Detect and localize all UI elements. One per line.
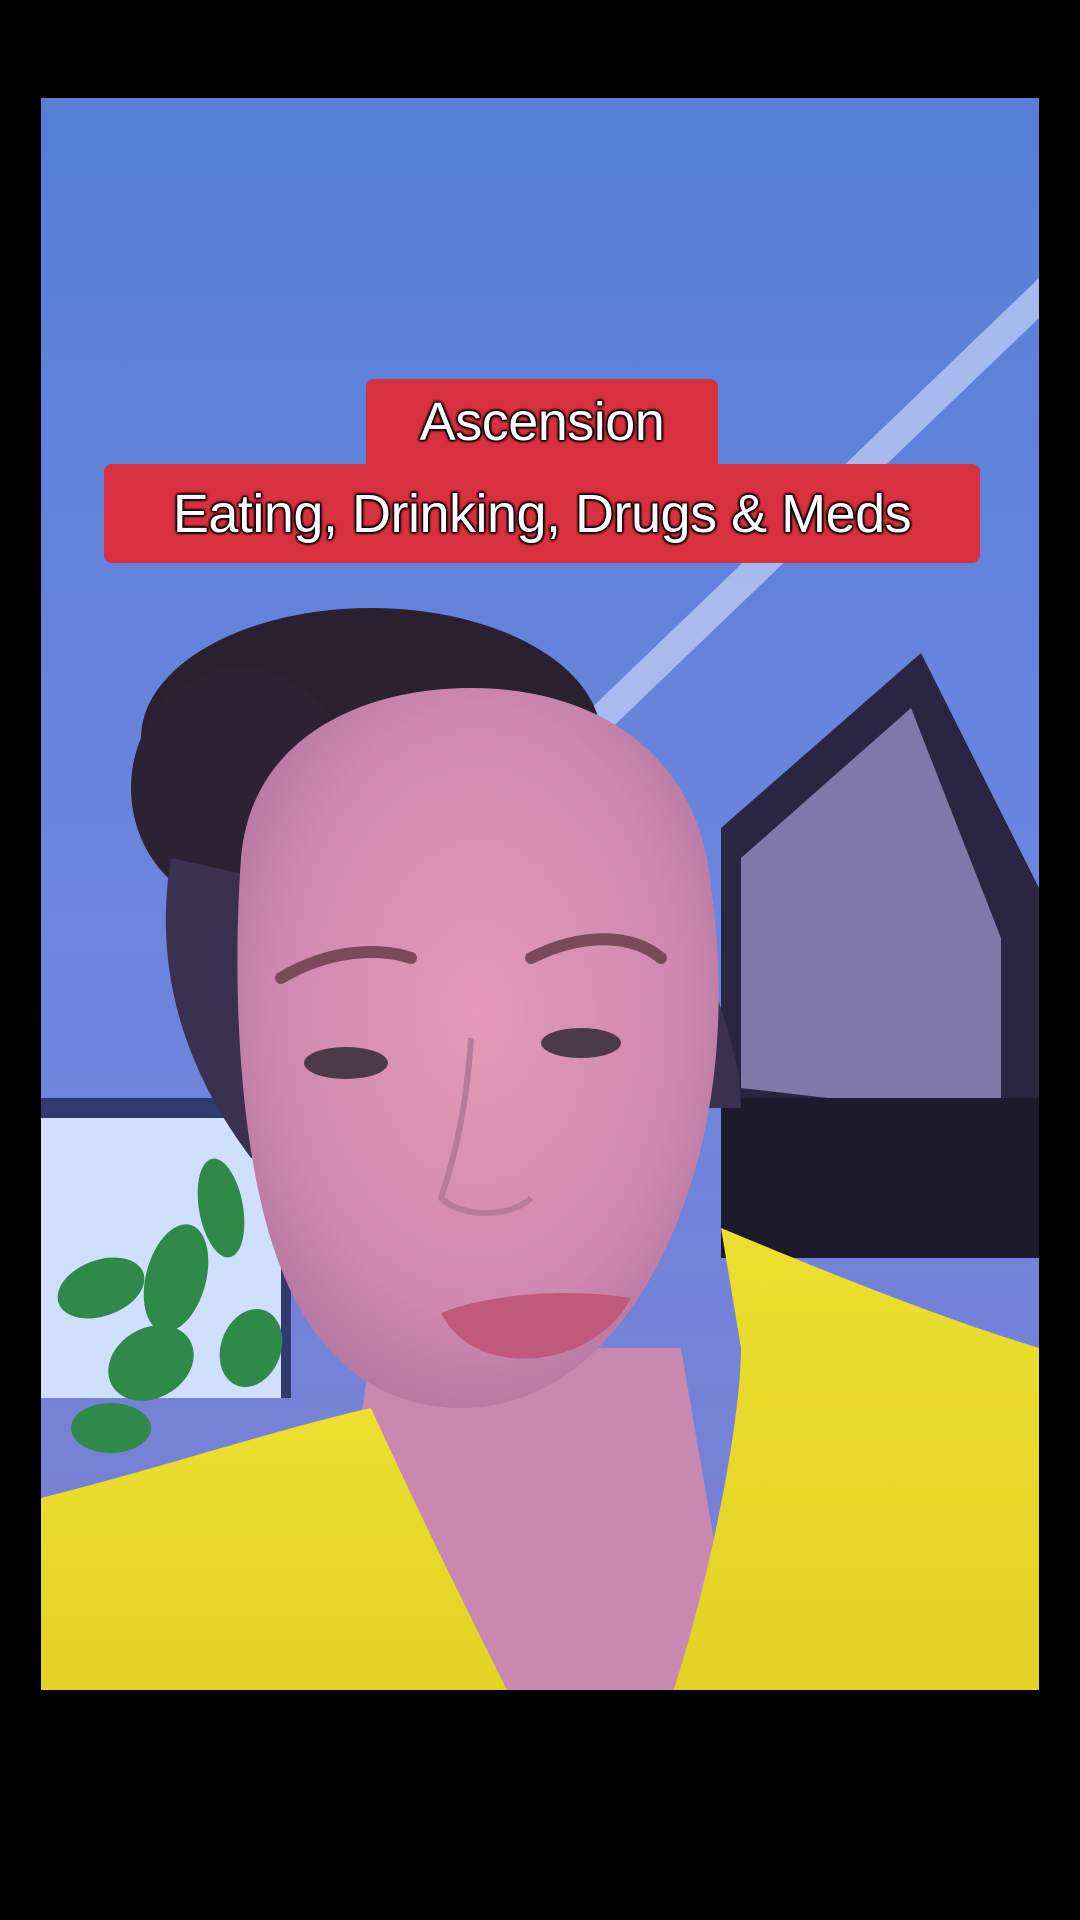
- video-frame-image: [41, 98, 1039, 1690]
- video-player[interactable]: [41, 98, 1039, 1690]
- screen: Ascension Eating, Drinking, Drugs & Meds: [0, 0, 1080, 1920]
